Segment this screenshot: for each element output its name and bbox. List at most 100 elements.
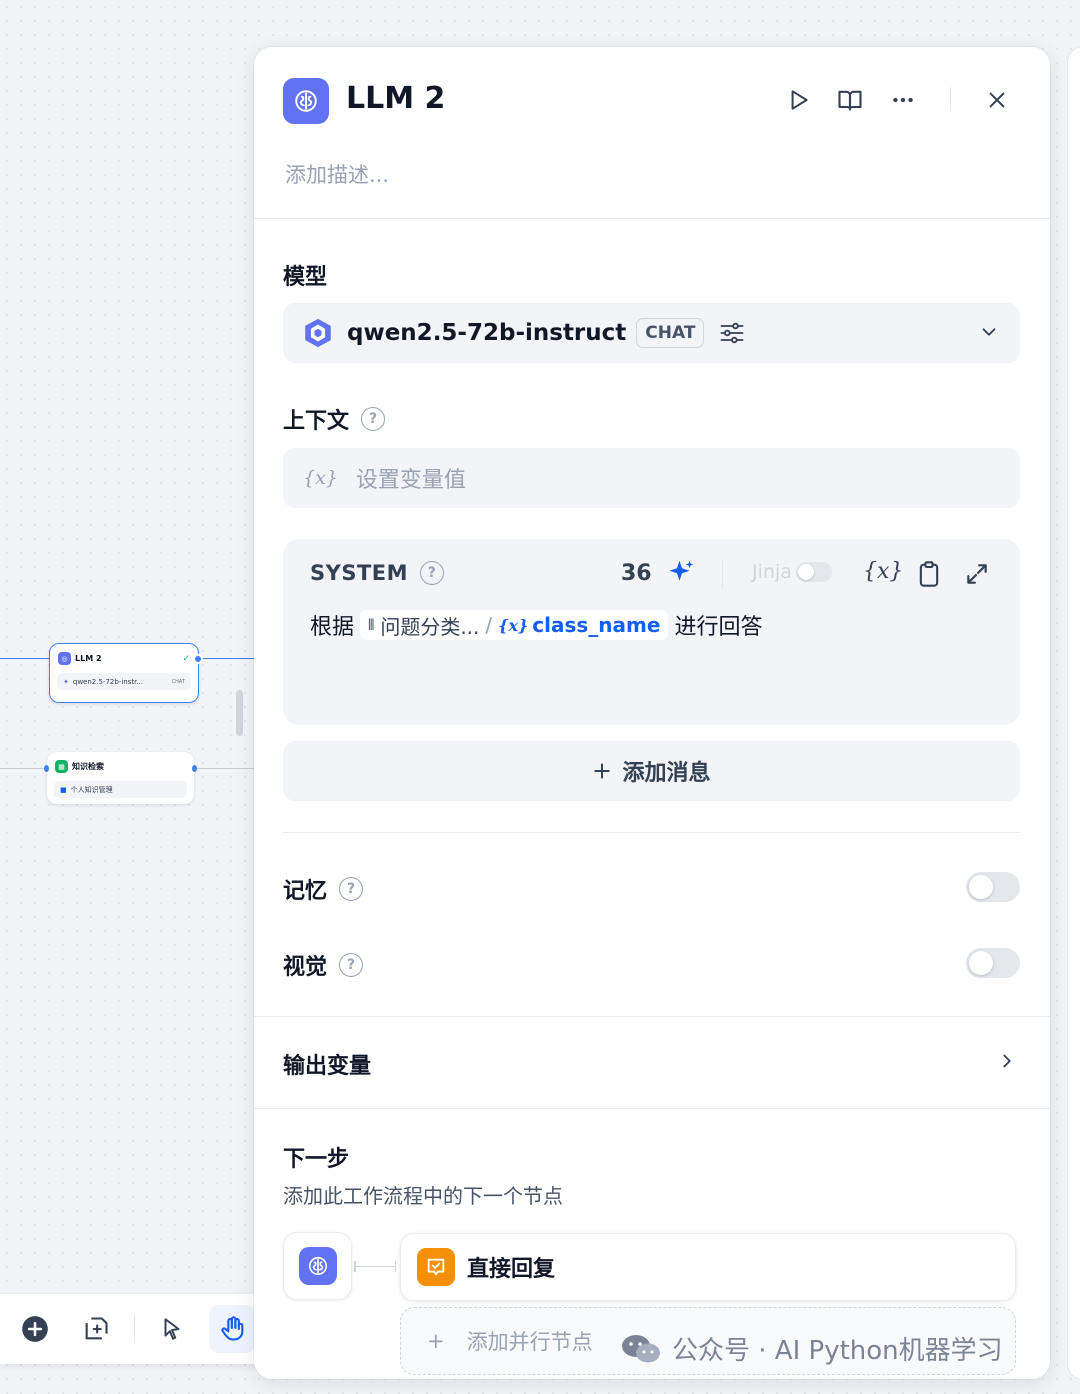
chip-variable: {x} class_name: [498, 613, 660, 637]
system-toolbar-divider: [722, 561, 723, 589]
pointer-mode-button[interactable]: [148, 1305, 195, 1353]
jinja-label: Jinja: [752, 561, 792, 583]
jinja-toggle[interactable]: Jinja: [752, 561, 832, 583]
canvas-kb-node-title: 知识检索: [72, 762, 104, 771]
insert-variable-button[interactable]: {x}: [863, 559, 903, 584]
vision-label-text: 视觉: [283, 955, 328, 980]
context-placeholder: 设置变量值: [355, 468, 466, 493]
canvas-llm-node[interactable]: ◎ LLM 2 ✓ ✦ qwen2.5-72b-instr... CHAT: [49, 643, 199, 703]
copy-prompt-button[interactable]: [915, 559, 943, 593]
canvas-edge-llm-out: [198, 658, 254, 659]
model-name: qwen2.5-72b-instruct: [347, 320, 627, 346]
context-label-text: 上下文: [283, 409, 350, 434]
system-prompt-editor[interactable]: SYSTEM ? 36 Jinja {x} 根据 ⫴ 问题分类... / {x}…: [283, 539, 1020, 725]
hand-icon: [221, 1316, 243, 1341]
sparkle-icon: [669, 560, 694, 581]
hand-mode-button[interactable]: [209, 1305, 256, 1353]
chip-node-name: 问题分类...: [380, 614, 480, 639]
canvas-toolbar: [0, 1294, 270, 1364]
description-input[interactable]: 添加描述...: [285, 159, 389, 189]
section-divider: [283, 832, 1020, 833]
canvas-kb-out-handle[interactable]: [192, 765, 197, 772]
watermark-text: 公众号 · AI Python机器学习: [672, 1336, 1003, 1366]
model-mode-badge: CHAT: [636, 318, 705, 348]
canvas-edge-llm-in: [0, 658, 50, 659]
canvas-llm-node-title: LLM 2: [75, 654, 102, 663]
help-icon[interactable]: ?: [361, 407, 386, 431]
variable-icon: {x}: [303, 467, 338, 489]
plus-icon: [594, 763, 611, 779]
next-node-direct-answer[interactable]: 直接回复: [400, 1233, 1016, 1301]
node-config-panel: LLM 2 添加描述... 模型 qwen2.5-72b-instruct CH…: [254, 47, 1050, 1379]
output-variables-label: 输出变量: [283, 1054, 372, 1079]
canvas-llm-out-handle[interactable]: [193, 654, 203, 664]
chevron-right-icon[interactable]: [996, 1050, 1018, 1072]
next-node-title: 直接回复: [467, 1257, 556, 1282]
vision-label: 视觉 ?: [283, 949, 364, 981]
current-node-icon-box: [283, 1232, 352, 1300]
more-options-button[interactable]: [886, 83, 920, 117]
add-message-button[interactable]: 添加消息: [283, 741, 1020, 801]
section-divider: [254, 1016, 1050, 1017]
llm-icon: ◎: [58, 652, 71, 665]
section-divider: [254, 1108, 1050, 1109]
close-panel-button[interactable]: [980, 83, 1014, 117]
qwen-logo-icon: [305, 318, 331, 348]
plus-icon: +: [427, 1329, 445, 1353]
wechat-icon: [622, 1334, 660, 1362]
play-icon: [791, 90, 808, 110]
help-icon[interactable]: ?: [420, 561, 445, 585]
run-node-button[interactable]: [781, 83, 815, 117]
model-params-button[interactable]: [718, 319, 746, 347]
add-node-button[interactable]: [12, 1305, 59, 1353]
canvas-kb-in-handle[interactable]: [44, 765, 49, 772]
canvas-llm-node-model: qwen2.5-72b-instr...: [72, 677, 144, 686]
system-prompt-content[interactable]: 根据 ⫴ 问题分类... / {x} class_name 进行回答: [310, 609, 762, 641]
close-icon: [989, 92, 1005, 108]
context-variable-selector[interactable]: {x} 设置变量值: [283, 448, 1020, 508]
panel-resize-handle[interactable]: [236, 690, 243, 736]
expand-editor-button[interactable]: [964, 561, 990, 591]
success-check-icon: ✓: [182, 653, 190, 664]
canvas-edge-kb-out: [194, 768, 254, 769]
chip-separator: /: [485, 613, 493, 637]
canvas-kb-node-kb: 个人知识管理: [70, 785, 113, 794]
model-selector[interactable]: qwen2.5-72b-instruct CHAT: [283, 303, 1020, 363]
watermark: 公众号 · AI Python机器学习: [620, 1330, 1003, 1367]
char-count: 36: [621, 561, 652, 586]
question-classifier-icon: ⫴: [368, 616, 375, 634]
system-role-label: SYSTEM ?: [310, 561, 445, 585]
memory-label-text: 记忆: [283, 879, 328, 904]
llm-node-icon: [283, 78, 329, 124]
docs-button[interactable]: [833, 83, 867, 117]
more-horizontal-icon: [893, 97, 913, 103]
knowledge-retrieval-icon: ▦: [55, 760, 68, 773]
chip-variable-name: class_name: [532, 613, 661, 637]
sticky-note-icon: [85, 1317, 108, 1340]
prompt-text-after: 进行回答: [674, 615, 763, 640]
clipboard-icon: [919, 561, 939, 587]
vision-toggle[interactable]: [966, 948, 1020, 978]
page-title[interactable]: LLM 2: [346, 81, 445, 116]
variable-icon: {x}: [498, 615, 529, 635]
memory-toggle[interactable]: [966, 872, 1020, 902]
brain-icon: [308, 1256, 327, 1276]
context-label: 上下文 ?: [283, 403, 386, 435]
prompt-text-before: 根据: [310, 615, 355, 640]
cursor-icon: [164, 1318, 180, 1340]
model-label-text: 模型: [283, 265, 328, 290]
expand-icon: [967, 564, 987, 584]
folder-icon: ■: [60, 785, 67, 794]
add-note-button[interactable]: [73, 1305, 120, 1353]
add-message-label: 添加消息: [622, 761, 711, 786]
prompt-generator-button[interactable]: [667, 557, 697, 591]
output-variables-row[interactable]: 输出变量: [283, 1048, 371, 1080]
add-parallel-label: 添加并行节点: [466, 1330, 593, 1354]
jinja-switch[interactable]: [795, 562, 832, 582]
variable-reference-chip[interactable]: ⫴ 问题分类... / {x} class_name: [360, 610, 669, 640]
message-check-icon: [427, 1258, 445, 1276]
help-icon[interactable]: ?: [339, 877, 364, 901]
brain-icon: [295, 90, 317, 112]
help-icon[interactable]: ?: [339, 953, 364, 977]
canvas-kb-node[interactable]: ▦ 知识检索 ■ 个人知识管理: [47, 752, 194, 804]
